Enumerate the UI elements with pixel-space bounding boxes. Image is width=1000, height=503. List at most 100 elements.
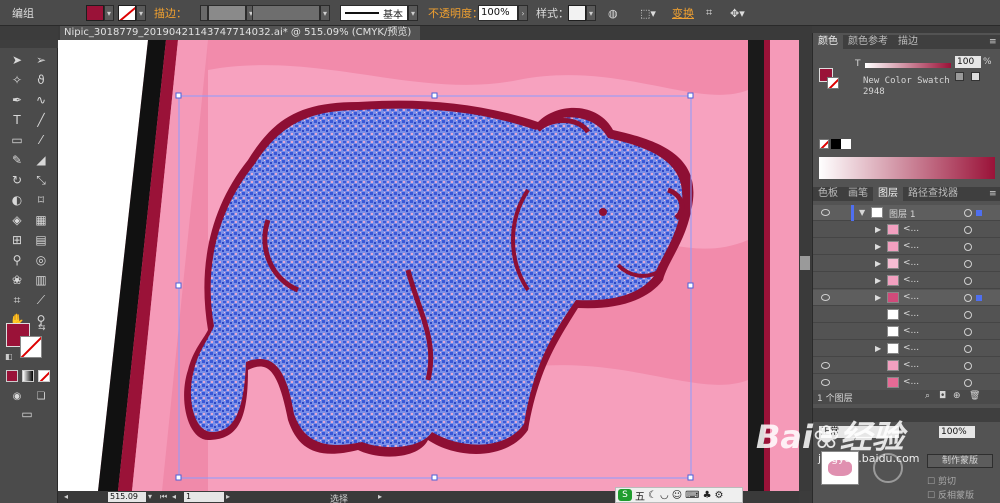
stroke-none-swatch[interactable]: ▾ [118, 4, 146, 22]
sublayer-row[interactable]: ▶ <... [813, 290, 1000, 306]
variable-width-field[interactable]: ▾ [252, 4, 330, 22]
sublayer-row[interactable]: <... [813, 375, 1000, 391]
sogou-logo-icon[interactable]: S [618, 489, 632, 501]
target-icon[interactable] [964, 345, 972, 353]
target-icon[interactable] [964, 311, 972, 319]
artboard-tool-icon[interactable]: ⌗ [6, 290, 28, 310]
tab-swatches[interactable]: 色板 [813, 187, 843, 201]
invert-mask-checkbox[interactable]: ☐ 反相蒙版 [927, 488, 974, 501]
locate-object-icon[interactable]: ⌕ [925, 391, 930, 401]
screen-mode-icon[interactable]: ▭ [16, 404, 38, 424]
tab-layers[interactable]: 图层 [873, 187, 903, 201]
panel-stroke-swatch[interactable] [827, 77, 839, 89]
sublayer-row[interactable]: ▶ <... [813, 239, 1000, 255]
scale-tool-icon[interactable]: ⤡ [30, 170, 52, 190]
black-color-icon[interactable] [831, 139, 841, 149]
none-mode-icon[interactable] [38, 370, 50, 382]
isolate-icon[interactable]: ⌗ [706, 4, 712, 22]
sublayer-row[interactable]: ▶ <... [813, 222, 1000, 238]
next-artboard-icon[interactable]: ▸ [226, 492, 230, 501]
draw-mode-icon[interactable]: ◉ [6, 386, 28, 406]
shape-builder-tool-icon[interactable]: ◈ [6, 210, 28, 230]
expand-triangle-icon[interactable]: ▶ [875, 293, 881, 302]
layer-name[interactable]: 图层 1 [889, 207, 916, 220]
visibility-eye-icon[interactable] [821, 294, 830, 301]
new-sublayer-icon[interactable]: ⊕ [953, 391, 961, 401]
tab-color[interactable]: 颜色 [813, 35, 843, 49]
target-icon[interactable] [964, 294, 972, 302]
artboard-canvas[interactable] [58, 40, 799, 491]
web-safe-icon[interactable] [971, 72, 980, 81]
direct-selection-tool-icon[interactable]: ➢ [30, 50, 52, 70]
rotate-tool-icon[interactable]: ↻ [6, 170, 28, 190]
vertical-scroll-thumb[interactable] [800, 256, 810, 270]
curvature-tool-icon[interactable]: ∿ [30, 90, 52, 110]
tab-color-guide[interactable]: 颜色参考 [843, 35, 893, 49]
panel-menu-icon[interactable]: ≡ [989, 37, 997, 47]
status-menu-icon[interactable]: ▸ [378, 492, 382, 501]
selection-tool-icon[interactable]: ➤ [6, 50, 28, 70]
sublayer-row[interactable]: ▶ <... [813, 273, 1000, 289]
transform-link[interactable]: 变换 [672, 4, 694, 22]
ime-mode-label[interactable]: 五 [635, 488, 645, 503]
expand-triangle-icon[interactable]: ▶ [875, 276, 881, 285]
visibility-eye-icon[interactable] [821, 209, 830, 216]
magic-wand-tool-icon[interactable]: ✧ [6, 70, 28, 90]
tint-value-field[interactable]: 100 [955, 56, 981, 68]
artboard-number-field[interactable]: 1 [184, 492, 224, 502]
previous-artboard-icon[interactable]: ◂ [172, 492, 176, 501]
tools-icon[interactable]: ⚙ [715, 490, 724, 501]
white-color-icon[interactable] [841, 139, 851, 149]
align-icon[interactable]: ⬚▾ [640, 4, 656, 22]
lasso-tool-icon[interactable]: ϑ [30, 70, 52, 90]
target-icon[interactable] [964, 226, 972, 234]
tab-pathfinder[interactable]: 路径查找器 [903, 187, 963, 201]
document-tab[interactable]: Nipic_3018779_20190421143747714032.ai* @… [60, 26, 420, 40]
eyedropper-tool-icon[interactable]: ⚲ [6, 250, 28, 270]
opacity-field[interactable]: 100% › [478, 4, 528, 22]
keyboard-icon[interactable]: ⌨ [685, 490, 699, 501]
brush-definition-field[interactable]: 基本 ▾ [340, 4, 418, 22]
free-transform-tool-icon[interactable]: ⌑ [30, 190, 52, 210]
trash-icon[interactable]: 🗑 [969, 391, 980, 401]
slice-tool-icon[interactable]: ⟋ [30, 290, 52, 310]
rectangle-tool-icon[interactable]: ▭ [6, 130, 28, 150]
sublayer-row[interactable]: ▶ <... [813, 341, 1000, 357]
gradient-tool-icon[interactable]: ▤ [30, 230, 52, 250]
stroke-color-box[interactable] [20, 336, 42, 358]
tab-stroke[interactable]: 描边 [893, 35, 923, 49]
blend-tool-icon[interactable]: ◎ [30, 250, 52, 270]
expand-triangle-icon[interactable]: ▶ [875, 225, 881, 234]
skin-icon[interactable]: ♣ [703, 490, 712, 501]
target-icon[interactable] [964, 260, 972, 268]
color-mode-icon[interactable] [6, 370, 18, 382]
punctuation-icon[interactable]: ◡ [660, 490, 669, 501]
target-icon[interactable] [964, 362, 972, 370]
column-graph-tool-icon[interactable]: ▥ [30, 270, 52, 290]
first-artboard-icon[interactable]: ⏮ [160, 492, 167, 502]
warp-tool-icon[interactable]: ◐ [6, 190, 28, 210]
layer-row[interactable]: ▼ 图层 1 [813, 205, 1000, 221]
tint-slider[interactable] [865, 63, 951, 68]
recolor-icon[interactable]: ◍ [608, 4, 618, 22]
sublayer-row[interactable]: <... [813, 307, 1000, 323]
tools-panel-grip[interactable] [0, 40, 58, 48]
paintbrush-tool-icon[interactable]: ⁄ [30, 130, 52, 150]
eraser-tool-icon[interactable]: ◢ [30, 150, 52, 170]
target-icon[interactable] [964, 379, 972, 387]
sublayer-row[interactable]: <... [813, 358, 1000, 374]
color-spectrum-bar[interactable] [819, 157, 995, 179]
line-tool-icon[interactable]: ╱ [30, 110, 52, 130]
more-options-icon[interactable]: ✥▾ [730, 4, 745, 22]
clip-checkbox[interactable]: ☐ 剪切 [927, 474, 956, 487]
pen-tool-icon[interactable]: ✒ [6, 90, 28, 110]
layers-menu-icon[interactable]: ≡ [989, 189, 997, 199]
make-clipping-mask-icon[interactable]: ◘ [939, 391, 946, 401]
swap-fill-stroke-icon[interactable]: ⇆ [38, 323, 46, 333]
visibility-eye-icon[interactable] [821, 362, 830, 369]
perspective-grid-tool-icon[interactable]: ▦ [30, 210, 52, 230]
target-icon[interactable] [964, 277, 972, 285]
none-color-icon[interactable] [819, 139, 829, 149]
sublayer-row[interactable]: <... [813, 324, 1000, 340]
zoom-dropdown-icon[interactable]: ▾ [148, 492, 152, 501]
